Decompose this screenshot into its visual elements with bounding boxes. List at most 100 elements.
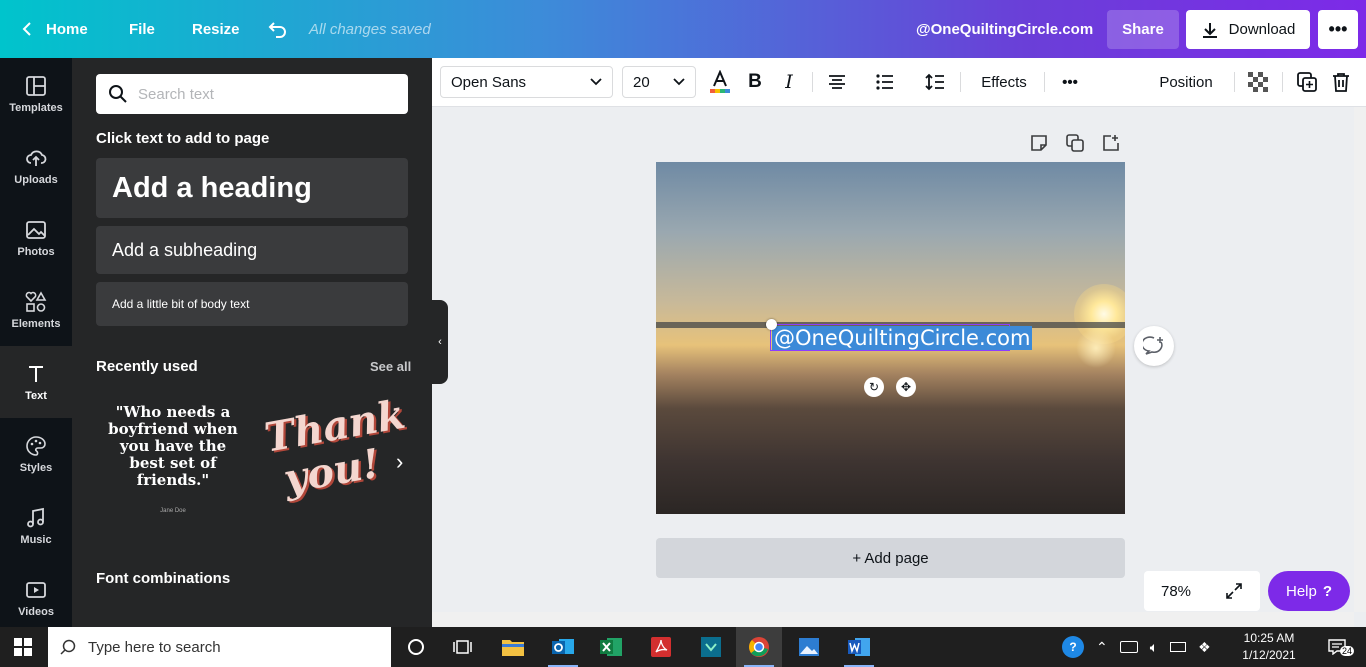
more-tools-button[interactable]: ••• (1058, 66, 1082, 98)
task-view-button[interactable] (440, 627, 486, 667)
left-rail: Templates Uploads Photos Elements Text S… (0, 58, 72, 627)
palette-icon (26, 435, 46, 456)
outlook-app[interactable] (540, 627, 586, 667)
vertical-scrollbar[interactable] (1354, 107, 1366, 612)
copy-icon (1066, 134, 1084, 152)
zoom-control[interactable]: 78% (1144, 571, 1260, 611)
word-icon (848, 638, 870, 656)
app-teal[interactable] (688, 627, 734, 667)
collapse-panel-button[interactable]: ‹ (432, 300, 448, 384)
chevron-down-icon (590, 78, 602, 86)
resize-handle[interactable] (766, 319, 777, 330)
text-color-button[interactable] (708, 66, 732, 98)
design-title[interactable]: @OneQuiltingCircle.com (916, 0, 1093, 58)
add-heading-button[interactable]: Add a heading (96, 158, 408, 218)
rail-item-text[interactable]: Text (0, 346, 72, 418)
help-button[interactable]: Help ? (1268, 571, 1350, 611)
system-tray: ? ⌃ 🔈︎ ❖ (1062, 627, 1211, 667)
bold-button[interactable]: B (744, 66, 766, 98)
text-search-box[interactable] (96, 74, 408, 114)
rail-item-styles[interactable]: Styles (0, 418, 72, 490)
undo-button[interactable] (268, 0, 288, 58)
home-button[interactable]: Home (22, 0, 88, 58)
font-family-select[interactable]: Open Sans (440, 66, 613, 98)
spacing-button[interactable] (924, 66, 946, 98)
divider (812, 72, 813, 92)
divider (960, 72, 961, 92)
resize-button[interactable]: Resize (192, 0, 240, 58)
music-icon (27, 507, 44, 527)
rail-label: Videos (18, 605, 54, 618)
add-body-text-button[interactable]: Add a little bit of body text (96, 282, 408, 326)
text-color-icon (710, 70, 730, 93)
chrome-app[interactable] (736, 627, 782, 667)
more-options-button[interactable]: ••• (1318, 10, 1358, 49)
duplicate-icon (1297, 72, 1317, 92)
page-notes-button[interactable] (1030, 134, 1066, 157)
rail-item-uploads[interactable]: Uploads (0, 130, 72, 202)
battery-icon[interactable] (1170, 642, 1187, 652)
add-subheading-button[interactable]: Add a subheading (96, 226, 408, 274)
rail-label: Templates (9, 101, 63, 114)
rotate-icon: ↻ (868, 380, 880, 394)
rail-item-templates[interactable]: Templates (0, 58, 72, 130)
cortana-button[interactable] (393, 627, 439, 667)
font-size-value: 20 (633, 73, 650, 91)
transparency-button[interactable] (1248, 66, 1268, 98)
search-icon (60, 639, 76, 655)
word-app[interactable] (836, 627, 882, 667)
dropbox-icon[interactable]: ❖ (1198, 639, 1211, 656)
font-size-select[interactable]: 20 (622, 66, 696, 98)
start-button[interactable] (0, 627, 46, 667)
delete-button[interactable] (1330, 66, 1352, 98)
bold-icon: B (748, 71, 762, 92)
position-button[interactable]: Position (1158, 66, 1214, 98)
excel-app[interactable] (588, 627, 634, 667)
photos-app[interactable] (786, 627, 832, 667)
add-comment-button[interactable] (1134, 326, 1174, 366)
divider (1044, 72, 1045, 92)
outlook-icon (552, 639, 574, 654)
text-panel: Click text to add to page Add a heading … (72, 58, 432, 627)
text-search-input[interactable] (138, 85, 388, 103)
rail-item-music[interactable]: Music (0, 490, 72, 562)
note-icon (1031, 135, 1047, 151)
download-button[interactable]: Download (1186, 10, 1310, 49)
font-family-value: Open Sans (451, 73, 527, 91)
taskbar-search[interactable]: Type here to search (48, 627, 391, 667)
duplicate-button[interactable] (1296, 66, 1318, 98)
file-explorer-app[interactable] (490, 627, 536, 667)
add-page-bar[interactable]: + Add page (656, 538, 1125, 578)
align-button[interactable] (826, 66, 848, 98)
chevron-right-icon[interactable]: › (396, 449, 403, 475)
action-center-button[interactable]: 24 (1322, 627, 1355, 667)
acrobat-app[interactable] (638, 627, 684, 667)
file-menu[interactable]: File (129, 0, 155, 58)
rail-item-videos[interactable]: Videos (0, 562, 72, 634)
quote-author: Jane Doe (160, 508, 186, 514)
add-page-button[interactable] (1102, 134, 1138, 157)
volume-icon[interactable]: 🔈︎ (1150, 639, 1158, 656)
help-tray-icon[interactable]: ? (1062, 636, 1084, 658)
italic-button[interactable]: I (778, 66, 800, 98)
move-handle[interactable]: ✥ (896, 377, 916, 397)
rotate-handle[interactable]: ↻ (864, 377, 884, 397)
rail-item-elements[interactable]: Elements (0, 274, 72, 346)
share-button[interactable]: Share (1107, 10, 1179, 49)
duplicate-page-button[interactable] (1066, 134, 1102, 157)
windows-logo-icon (14, 638, 32, 656)
recent-template-thank-you[interactable]: Thank you! (261, 391, 409, 525)
drive-icon[interactable] (1119, 641, 1138, 653)
clock-date: 1/12/2021 (1242, 648, 1296, 662)
list-button[interactable] (874, 66, 896, 98)
recent-template-quote[interactable]: "Who needs a boyfriend when you have the… (108, 404, 238, 520)
chevron-up-icon[interactable]: ⌃ (1096, 639, 1108, 656)
selected-text-element[interactable]: @OneQuiltingCircle.com (772, 326, 1033, 350)
effects-button[interactable]: Effects (980, 66, 1028, 98)
taskbar-clock[interactable]: 10:25 AM 1/12/2021 (1240, 630, 1298, 664)
chevron-left-icon (22, 22, 31, 36)
rail-item-photos[interactable]: Photos (0, 202, 72, 274)
fullscreen-icon[interactable] (1225, 582, 1243, 600)
horizontal-scrollbar[interactable] (432, 612, 1354, 627)
see-all-link[interactable]: See all (370, 359, 411, 374)
